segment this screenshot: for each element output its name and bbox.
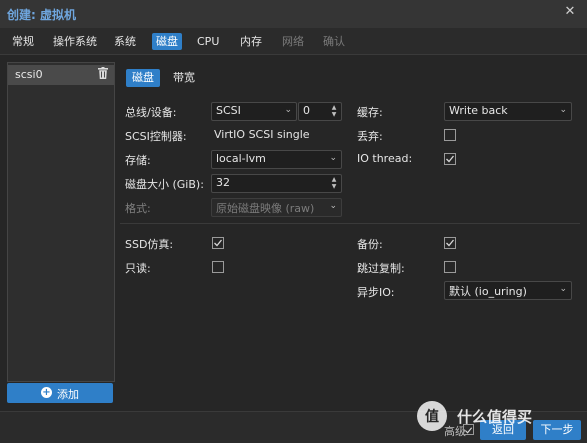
chevron-down-icon: ⌄ [559, 284, 567, 294]
section-divider [120, 223, 580, 224]
async-io-label: 异步IO: [357, 286, 395, 299]
async-io-value: 默认 (io_uring) [449, 285, 527, 298]
disk-size-spinner[interactable]: 32 ▲ ▼ [211, 174, 342, 193]
format-select: 原始磁盘映像 (raw) ⌄ [211, 198, 342, 217]
window-titlebar: 创建: 虚拟机 ✕ [0, 0, 587, 28]
tab-memory[interactable]: 内存 [236, 33, 266, 50]
tab-system[interactable]: 系统 [110, 33, 140, 50]
spinner-arrows-icon[interactable]: ▲ ▼ [330, 104, 338, 118]
storage-value: local-lvm [216, 152, 266, 165]
storage-select[interactable]: local-lvm ⌄ [211, 150, 342, 169]
io-thread-checkbox[interactable] [444, 153, 456, 165]
tab-confirm: 确认 [323, 35, 345, 48]
spinner-arrows-icon[interactable]: ▲ ▼ [330, 176, 338, 190]
watermark-logo-glyph: 值 [425, 408, 439, 425]
disk-list: scsi0 [7, 62, 115, 382]
tab-network: 网络 [282, 35, 304, 48]
trash-icon[interactable] [98, 67, 108, 79]
readonly-label: 只读: [125, 262, 151, 275]
watermark-logo-icon: 值 什么值得买 [417, 401, 532, 431]
scsi-controller-value: VirtIO SCSI single [214, 128, 310, 141]
chevron-down-icon: ⌄ [559, 105, 567, 115]
ssd-emulation-label: SSD仿真: [125, 238, 174, 251]
checkmark-icon [214, 239, 223, 247]
chevron-down-icon: ⌄ [284, 105, 292, 115]
tab-os[interactable]: 操作系统 [49, 33, 101, 50]
plus-circle-icon: + [41, 387, 52, 398]
disk-size-label: 磁盘大小 (GiB): [125, 178, 204, 191]
storage-label: 存储: [125, 154, 151, 167]
window-title: 创建: 虚拟机 [7, 8, 76, 22]
bus-select[interactable]: SCSI ⌄ [211, 102, 297, 121]
backup-label: 备份: [357, 238, 383, 251]
tab-disks[interactable]: 磁盘 [152, 33, 182, 50]
bus-device-label: 总线/设备: [125, 106, 177, 119]
chevron-down-icon: ⌄ [329, 153, 337, 163]
disk-item-label: scsi0 [15, 68, 43, 81]
cache-label: 缓存: [357, 106, 383, 119]
disk-list-item-scsi0[interactable]: scsi0 [8, 65, 114, 85]
discard-label: 丢弃: [357, 130, 383, 143]
bus-value: SCSI [216, 104, 241, 117]
discard-checkbox[interactable] [444, 129, 456, 141]
async-io-select[interactable]: 默认 (io_uring) ⌄ [444, 281, 572, 300]
close-icon[interactable]: ✕ [563, 5, 577, 19]
skip-replication-label: 跳过复制: [357, 262, 405, 275]
io-thread-label: IO thread: [357, 152, 413, 165]
ssd-emulation-checkbox[interactable] [212, 237, 224, 249]
backup-checkbox[interactable] [444, 237, 456, 249]
device-number-spinner[interactable]: 0 ▲ ▼ [298, 102, 342, 121]
device-number-value: 0 [303, 104, 310, 117]
format-label: 格式: [125, 202, 151, 215]
disk-size-value: 32 [216, 176, 230, 189]
scsi-controller-label: SCSI控制器: [125, 130, 187, 143]
cache-select[interactable]: Write back ⌄ [444, 102, 572, 121]
subtab-bandwidth[interactable]: 带宽 [167, 69, 201, 87]
watermark: 值 什么值得买 [409, 397, 585, 435]
watermark-text: 什么值得买 [457, 408, 532, 426]
wizard-tabbar: 常规 操作系统 系统 磁盘 CPU 内存 网络 确认 [0, 28, 587, 55]
tab-general[interactable]: 常规 [8, 33, 38, 50]
readonly-checkbox[interactable] [212, 261, 224, 273]
chevron-down-icon: ⌄ [329, 201, 337, 211]
tab-cpu[interactable]: CPU [193, 33, 223, 50]
cache-value: Write back [449, 104, 508, 117]
skip-replication-checkbox[interactable] [444, 261, 456, 273]
checkmark-icon [446, 155, 455, 163]
add-disk-button[interactable]: + 添加 [7, 383, 113, 403]
format-value: 原始磁盘映像 (raw) [216, 202, 315, 215]
subtab-disk[interactable]: 磁盘 [126, 69, 160, 87]
add-disk-label: 添加 [57, 388, 79, 401]
checkmark-icon [446, 239, 455, 247]
